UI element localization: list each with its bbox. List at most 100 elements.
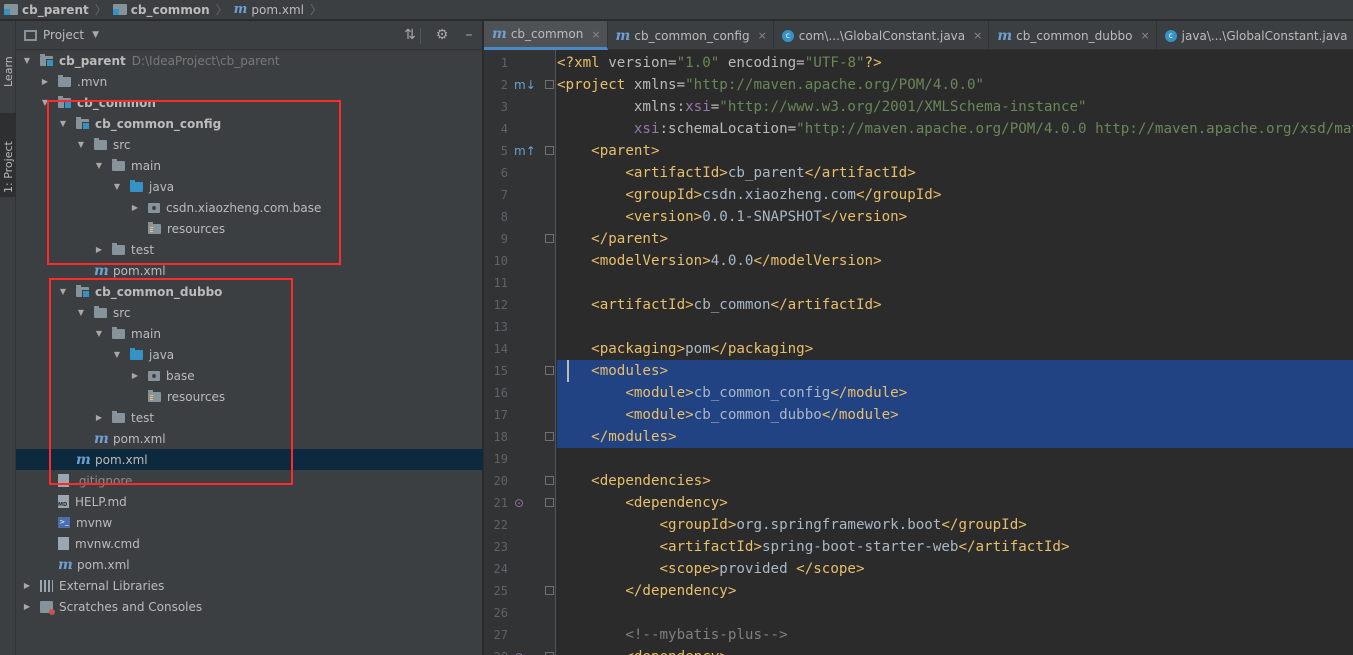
code-line[interactable]: xmlns:xsi="http://www.w3.org/2001/XMLSch…: [557, 96, 1353, 118]
code-token: <module>: [625, 385, 694, 401]
markdown-file-icon: [58, 495, 69, 508]
code-line[interactable]: <module>cb_common_config</module>: [557, 382, 1353, 404]
breadcrumb-item-cb-parent[interactable]: cb_parent: [4, 3, 89, 17]
tree-node-label: .mvn: [77, 74, 108, 89]
code-token: </artifactId>: [770, 297, 882, 313]
code-line[interactable]: </modules>: [557, 426, 1353, 448]
java-class-icon: c: [1164, 29, 1177, 42]
fold-marker-icon[interactable]: [545, 366, 554, 375]
tree-node[interactable]: ▶>_mvnw: [16, 512, 483, 533]
tool-tab-learn[interactable]: Learn: [0, 43, 16, 103]
tree-node[interactable]: ▶ External Libraries: [16, 575, 483, 596]
code-line[interactable]: <artifactId>cb_parent</artifactId>: [557, 162, 1353, 184]
code-token: <groupId>: [625, 187, 703, 203]
line-number: 17: [493, 408, 508, 422]
hide-panel-icon[interactable]: –: [461, 27, 477, 43]
project-view-icon: [24, 29, 37, 41]
tree-node[interactable]: ▶ Scratches and Consoles: [16, 596, 483, 617]
tree-node[interactable]: ▼ cb_parent D:\IdeaProject\cb_parent: [16, 50, 483, 71]
line-number: 6: [500, 166, 508, 180]
code-view[interactable]: <?xml version="1.0" encoding="UTF-8"?> <p…: [557, 50, 1353, 655]
scratches-icon: [40, 600, 55, 615]
line-number: 18: [493, 430, 508, 444]
code-line[interactable]: <scope>provided </scope>: [557, 558, 1353, 580]
code-line[interactable]: <dependency>: [557, 646, 1353, 655]
maven-parent-icon[interactable]: m↑: [514, 144, 536, 158]
line-number: 11: [493, 276, 508, 290]
code-line[interactable]: <modelVersion>4.0.0</modelVersion>: [557, 250, 1353, 272]
editor-tab[interactable]: m cb_common ×: [484, 21, 608, 50]
tree-node[interactable]: ▶mvnw.cmd: [16, 533, 483, 554]
editor-tab-bar: m cb_common × m cb_common_config × c com\...\Gl…: [484, 21, 1353, 50]
code-line[interactable]: <?xml version="1.0" encoding="UTF-8"?>: [557, 52, 1353, 74]
fold-marker-icon[interactable]: [545, 498, 554, 507]
code-line[interactable]: [557, 448, 1353, 470]
code-line[interactable]: [557, 602, 1353, 624]
collapse-all-icon[interactable]: ⇅: [402, 27, 418, 43]
code-token: encoding=: [719, 55, 805, 71]
line-number: 2: [500, 78, 508, 92]
project-view-selector[interactable]: Project: [43, 28, 84, 42]
code-line[interactable]: <module>cb_common_dubbo</module>: [557, 404, 1353, 426]
project-panel: Project ▼ ⇅ ⚙ – ▼ cb_parent D:\IdeaProject…: [16, 21, 483, 655]
breadcrumb-item-cb-common[interactable]: cb_common: [112, 3, 210, 17]
override-marker-icon[interactable]: ⊙: [514, 650, 524, 655]
code-line[interactable]: <parent>: [557, 140, 1353, 162]
code-token: <artifactId>: [591, 297, 694, 313]
tree-node[interactable]: ▶HELP.md: [16, 491, 483, 512]
editor-tab[interactable]: c com\...\GlobalConstant.java ×: [774, 21, 990, 50]
code-line[interactable]: <groupId>org.springframework.boot</group…: [557, 514, 1353, 536]
chevron-right-icon[interactable]: ▶: [22, 602, 32, 611]
editor-tab[interactable]: m cb_common_config ×: [608, 21, 774, 50]
module-folder-icon: [4, 4, 18, 15]
code-token: spring-boot-starter-web: [762, 539, 959, 555]
code-line[interactable]: [557, 272, 1353, 294]
code-line[interactable]: [557, 316, 1353, 338]
gear-icon[interactable]: ⚙: [434, 27, 450, 43]
code-line[interactable]: <modules>: [557, 360, 1353, 382]
code-line[interactable]: <groupId>csdn.xiaozheng.com</groupId>: [557, 184, 1353, 206]
tool-tab-project[interactable]: 1: Project: [0, 113, 16, 197]
chevron-down-icon[interactable]: ▼: [22, 56, 32, 65]
editor-tab[interactable]: cjava\...\GlobalConstant.java×: [1157, 21, 1353, 50]
code-line[interactable]: <dependency>: [557, 492, 1353, 514]
fold-marker-icon[interactable]: [545, 80, 554, 89]
code-token: <artifactId>: [659, 539, 763, 555]
maven-overlay-icon[interactable]: m↓: [514, 78, 536, 92]
override-marker-icon[interactable]: ⊙: [514, 496, 524, 510]
close-icon[interactable]: ×: [591, 28, 600, 41]
chevron-down-icon[interactable]: ▼: [92, 30, 99, 40]
editor-tab[interactable]: m cb_common_dubbo ×: [989, 21, 1157, 50]
close-icon[interactable]: ×: [758, 29, 767, 42]
tree-node[interactable]: ▶ .mvn: [16, 71, 483, 92]
code-line[interactable]: <!--mybatis-plus-->: [557, 624, 1353, 646]
chevron-right-icon[interactable]: ▶: [40, 77, 50, 86]
code-line[interactable]: xsi:schemaLocation="http://maven.apache.…: [557, 118, 1353, 140]
code-line[interactable]: <project xmlns="http://maven.apache.org/…: [557, 74, 1353, 96]
maven-icon: m: [58, 556, 73, 573]
close-icon[interactable]: ×: [973, 29, 982, 42]
fold-marker-icon[interactable]: [545, 146, 554, 155]
code-line[interactable]: </dependency>: [557, 580, 1353, 602]
close-icon[interactable]: ×: [1140, 29, 1149, 42]
code-line[interactable]: <version>0.0.1-SNAPSHOT</version>: [557, 206, 1353, 228]
breadcrumb-item-pom[interactable]: m pom.xml: [234, 2, 304, 17]
fold-marker-icon[interactable]: [545, 432, 554, 441]
chevron-right-icon[interactable]: ▶: [22, 581, 32, 590]
code-line[interactable]: <artifactId>spring-boot-starter-web</art…: [557, 536, 1353, 558]
fold-marker-icon[interactable]: [545, 476, 554, 485]
code-line[interactable]: <packaging>pom</packaging>: [557, 338, 1353, 360]
code-line[interactable]: <dependencies>: [557, 470, 1353, 492]
maven-icon: m: [615, 27, 631, 44]
code-line[interactable]: </parent>: [557, 228, 1353, 250]
tree-node[interactable]: ▶mpom.xml: [16, 554, 483, 575]
fold-marker-icon[interactable]: [545, 234, 554, 243]
code-line[interactable]: <artifactId>cb_common</artifactId>: [557, 294, 1353, 316]
project-panel-header: Project ▼ ⇅ ⚙ –: [16, 21, 482, 50]
line-number: 13: [493, 320, 508, 334]
fold-marker-icon[interactable]: [545, 586, 554, 595]
